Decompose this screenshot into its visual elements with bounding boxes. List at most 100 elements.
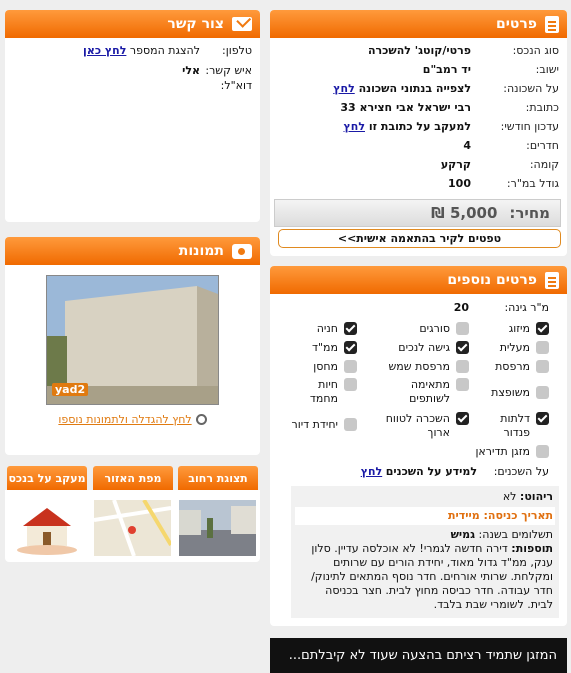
monthly-update-text: למעקב על כתובת זו bbox=[368, 120, 471, 133]
payments-row: תשלומים בשנה: גמיש bbox=[297, 528, 553, 542]
contact-title: צור קשר bbox=[167, 16, 224, 32]
enlarge-photos-link[interactable]: לחץ להגדלה ולתמונות נוספו bbox=[58, 413, 191, 426]
contact-person-value: אלי bbox=[182, 64, 200, 77]
feature-elevator[interactable]: מעלית bbox=[485, 341, 549, 355]
address-label: כתובת: bbox=[525, 101, 559, 114]
feature-label: גישה לנכים bbox=[398, 341, 450, 354]
price-label: מחיר: bbox=[509, 204, 550, 222]
checkbox-unchecked[interactable] bbox=[536, 341, 549, 354]
enlarge-row: לחץ להגדלה ולתמונות נוספו bbox=[5, 413, 260, 426]
camera-icon bbox=[232, 243, 252, 259]
feature-label: משופצת bbox=[491, 386, 530, 399]
details-panel: פרטים סוג הנכס: פרטי/קוטג' להשכרה ישוב: יד… bbox=[270, 10, 567, 256]
neighborhood-text: לצפייה בנתוני השכונה bbox=[358, 82, 471, 95]
feature-renovated[interactable]: משופצת bbox=[485, 386, 549, 400]
document-icon bbox=[545, 271, 559, 289]
feature-balcony[interactable]: מרפסת bbox=[485, 360, 549, 374]
feature-sun-balcony[interactable]: מרפסת שמש bbox=[379, 360, 469, 374]
area-map-thumbnail[interactable] bbox=[94, 500, 171, 556]
feature-accessible[interactable]: גישה לנכים bbox=[379, 341, 469, 355]
address-value: רבי ישראל אבי חצירא 33 bbox=[340, 101, 471, 114]
feature-label: מחסן bbox=[313, 360, 338, 373]
feature-pandor-doors[interactable]: דלתות פנדור bbox=[485, 412, 549, 440]
price-value: 5,000 ₪ bbox=[431, 204, 498, 222]
feature-label: חניה bbox=[316, 322, 338, 335]
neighbors-link[interactable]: לחץ bbox=[361, 462, 382, 481]
neighborhood-label: על השכונה: bbox=[503, 82, 559, 95]
checkbox-unchecked[interactable] bbox=[344, 378, 357, 391]
feature-label: ממ"ד bbox=[311, 341, 338, 354]
checkbox-unchecked[interactable] bbox=[456, 378, 469, 391]
feature-tadiran-ac[interactable]: מזגן תדיראן bbox=[429, 445, 549, 459]
feature-air-condition[interactable]: מיזוג bbox=[485, 322, 549, 336]
feature-label: מעלית bbox=[499, 341, 530, 354]
payments-label: תשלומים בשנה: bbox=[478, 528, 553, 541]
ad-banner[interactable]: המזגן שתמיד רציתם בהצעה שעוד לא קיבלתם..… bbox=[270, 638, 567, 673]
garden-value: 20 bbox=[453, 301, 469, 314]
feature-pets[interactable]: חיות מחמד bbox=[287, 378, 357, 406]
checkbox-checked[interactable] bbox=[344, 341, 357, 354]
house-in-hand-thumbnail[interactable] bbox=[9, 500, 86, 556]
property-photo[interactable]: yad2 bbox=[46, 275, 219, 405]
rooms-value: 4 bbox=[463, 139, 471, 152]
checkbox-unchecked[interactable] bbox=[536, 360, 549, 373]
furniture-value: לא bbox=[502, 490, 517, 503]
monthly-update-value: למעקב על כתובת זו לחץ bbox=[344, 117, 471, 136]
monthly-update-label: עדכון חודשי: bbox=[500, 120, 559, 133]
feature-bars[interactable]: סורגים bbox=[379, 322, 469, 336]
details-header: פרטים bbox=[270, 10, 567, 38]
contact-person-label: איש קשר: bbox=[205, 64, 252, 77]
checkbox-unchecked[interactable] bbox=[344, 360, 357, 373]
size-value: 100 bbox=[448, 177, 471, 190]
furniture-label: ריהוט: bbox=[519, 490, 553, 503]
floor-label: קומה: bbox=[529, 158, 559, 171]
street-view-thumbnail[interactable] bbox=[179, 500, 256, 556]
neighbors-value: למידע על השכנים bbox=[385, 465, 477, 478]
tips-button[interactable]: טפטים לקיר בהתאמה אישית>> bbox=[278, 229, 561, 248]
property-type-label: סוג הנכס: bbox=[512, 44, 559, 57]
yad2-watermark: yad2 bbox=[52, 383, 89, 396]
feature-label: מתאימה לשותפים bbox=[409, 378, 450, 405]
property-type-value: פרטי/קוטג' להשכרה bbox=[367, 44, 471, 57]
feature-housing-unit[interactable]: יחידת דיור bbox=[273, 418, 357, 432]
show-phone-link[interactable]: לחץ כאן bbox=[83, 43, 126, 59]
envelope-icon bbox=[232, 17, 252, 31]
feature-label: מרפסת שמש bbox=[388, 360, 450, 373]
feature-parking[interactable]: חניה bbox=[287, 322, 357, 336]
magnifier-icon bbox=[195, 414, 207, 425]
city-label: ישוב: bbox=[535, 63, 559, 76]
checkbox-unchecked[interactable] bbox=[536, 386, 549, 399]
checkbox-checked[interactable] bbox=[344, 322, 357, 335]
checkbox-unchecked[interactable] bbox=[344, 418, 357, 431]
tab-area-map[interactable]: מפת האזור bbox=[93, 466, 173, 490]
info-box: ריהוט: לא תאריך כניסה: מיידית תשלומים בש… bbox=[291, 486, 559, 618]
more-details-header: פרטים נוספים bbox=[270, 266, 567, 294]
checkbox-unchecked[interactable] bbox=[536, 445, 549, 458]
feature-label: מזגן תדיראן bbox=[475, 445, 530, 458]
neighborhood-link[interactable]: לחץ bbox=[333, 82, 354, 95]
payments-value: גמיש bbox=[450, 528, 476, 541]
checkbox-unchecked[interactable] bbox=[456, 322, 469, 335]
feature-safe-room[interactable]: ממ"ד bbox=[287, 341, 357, 355]
feature-storage[interactable]: מחסן bbox=[287, 360, 357, 374]
price-box: מחיר: 5,000 ₪ bbox=[274, 199, 561, 227]
photos-header: תמונות bbox=[5, 237, 260, 265]
photos-title: תמונות bbox=[178, 243, 224, 259]
tab-street-view[interactable]: תצוגת רחוב bbox=[178, 466, 258, 490]
floor-value: קרקע bbox=[440, 158, 471, 171]
neighbors-label: על השכנים: bbox=[493, 465, 549, 478]
feature-label: השכרה לטווח ארוך bbox=[385, 412, 450, 439]
contact-panel: צור קשר טלפון: להצגת המספר לחץ כאן איש קש… bbox=[5, 10, 260, 222]
checkbox-unchecked[interactable] bbox=[456, 360, 469, 373]
feature-long-term[interactable]: השכרה לטווח ארוך bbox=[379, 412, 469, 440]
feature-roommates[interactable]: מתאימה לשותפים bbox=[379, 378, 469, 406]
entry-date: תאריך כניסה: מיידית bbox=[295, 507, 555, 525]
checkbox-checked[interactable] bbox=[536, 412, 549, 425]
tab-tracking[interactable]: מעקב על בנכס bbox=[7, 466, 87, 490]
details-title: פרטים bbox=[495, 16, 537, 32]
checkbox-checked[interactable] bbox=[456, 341, 469, 354]
checkbox-checked[interactable] bbox=[536, 322, 549, 335]
monthly-update-link[interactable]: לחץ bbox=[344, 120, 365, 133]
checkbox-checked[interactable] bbox=[456, 412, 469, 425]
feature-label: סורגים bbox=[419, 322, 450, 335]
